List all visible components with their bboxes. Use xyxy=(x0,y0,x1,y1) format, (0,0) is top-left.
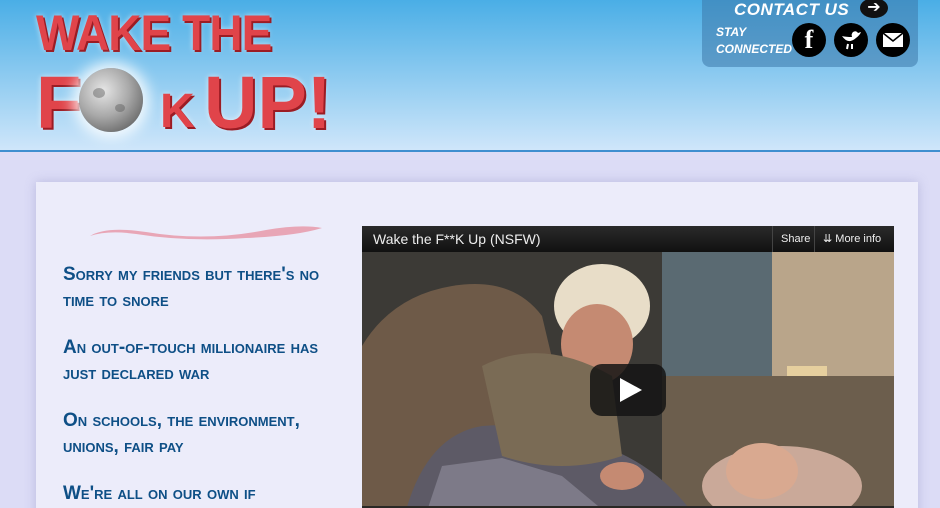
contact-us-link[interactable]: CONTACT US xyxy=(734,0,849,20)
content-card: Sorry my friends but there's no time to … xyxy=(36,182,918,508)
chevron-down-icon: ⇊ xyxy=(823,233,836,245)
decorative-swirl xyxy=(90,226,322,240)
lyrics-block: Sorry my friends but there's no time to … xyxy=(63,262,353,508)
site-logo[interactable]: WAKE THE F K UP! xyxy=(36,4,331,144)
logo-letter-k: K xyxy=(160,85,195,138)
arrow-right-icon[interactable]: ➔ xyxy=(860,0,888,18)
video-title-bar: Wake the F**K Up (NSFW) Share ⇊ More inf… xyxy=(362,226,894,252)
email-icon[interactable] xyxy=(876,23,910,57)
share-button[interactable]: Share xyxy=(772,226,818,252)
video-player[interactable]: Wake the F**K Up (NSFW) Share ⇊ More inf… xyxy=(362,226,894,508)
lyric-line: An out-of-touch millionaire has just dec… xyxy=(63,337,319,384)
logo-title-line1: WAKE THE xyxy=(36,5,272,61)
logo-word-up: UP! xyxy=(204,61,332,144)
lyric-line: On schools, the environment, unions, fai… xyxy=(63,410,300,457)
play-icon[interactable] xyxy=(590,364,666,416)
stay-connected-label: STAY CONNECTED xyxy=(716,25,793,56)
moon-icon xyxy=(79,68,143,132)
facebook-icon[interactable]: f xyxy=(792,23,826,57)
video-title[interactable]: Wake the F**K Up (NSFW) xyxy=(373,231,541,247)
lyric-line: We're all on our own if xyxy=(63,483,256,504)
lyric-line: Sorry my friends but there's no time to … xyxy=(63,264,320,311)
more-info-label: More info xyxy=(835,233,882,245)
more-info-button[interactable]: ⇊ More info xyxy=(814,226,889,252)
site-header: WAKE THE F K UP! CONTACT US ➔ STAY CONNE… xyxy=(0,0,940,152)
logo-letter-f: F xyxy=(36,61,82,144)
contact-panel: CONTACT US ➔ STAY CONNECTED f xyxy=(702,0,918,67)
twitter-bird-icon[interactable] xyxy=(834,23,868,57)
